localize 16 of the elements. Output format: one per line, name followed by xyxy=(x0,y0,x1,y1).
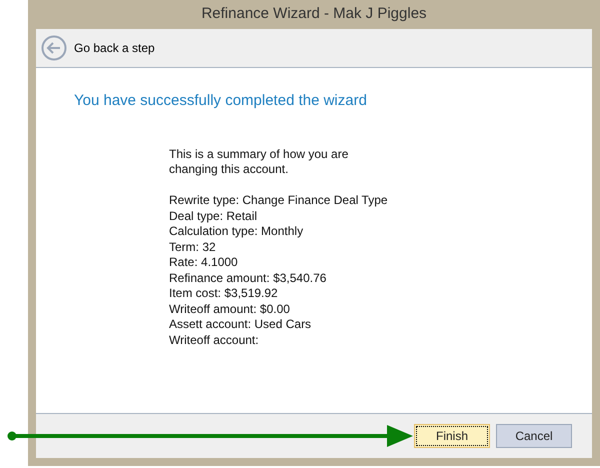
window-title: Refinance Wizard - Mak J Piggles xyxy=(201,4,427,24)
summary-line: Item cost: $3,519.92 xyxy=(169,286,278,302)
dialog-button[interactable]: Cancel xyxy=(496,424,572,448)
summary-line: Term: 32 xyxy=(169,240,216,255)
summary-line: Refinance amount: $3,540.76 xyxy=(169,270,326,286)
summary-line: Writeoff amount: $0.00 xyxy=(169,302,290,317)
summary-line: Writeoff account: xyxy=(169,332,259,348)
summary-intro: This is a summary of how you are changing this account. xyxy=(169,146,350,178)
success-heading: You have successfully completed the wizard xyxy=(74,91,367,111)
dialog-button[interactable]: Finish xyxy=(414,424,490,448)
summary-line: Assett account: Used Cars xyxy=(169,317,312,332)
summary-line: Deal type: Retail xyxy=(169,208,258,224)
back-button[interactable]: Go back a step xyxy=(41,35,155,61)
summary-line: Rate: 4.1000 xyxy=(169,255,238,270)
summary-line: Rewrite type: Change Finance Deal Type xyxy=(169,193,388,208)
summary-line: Calculation type: Monthly xyxy=(169,224,304,240)
